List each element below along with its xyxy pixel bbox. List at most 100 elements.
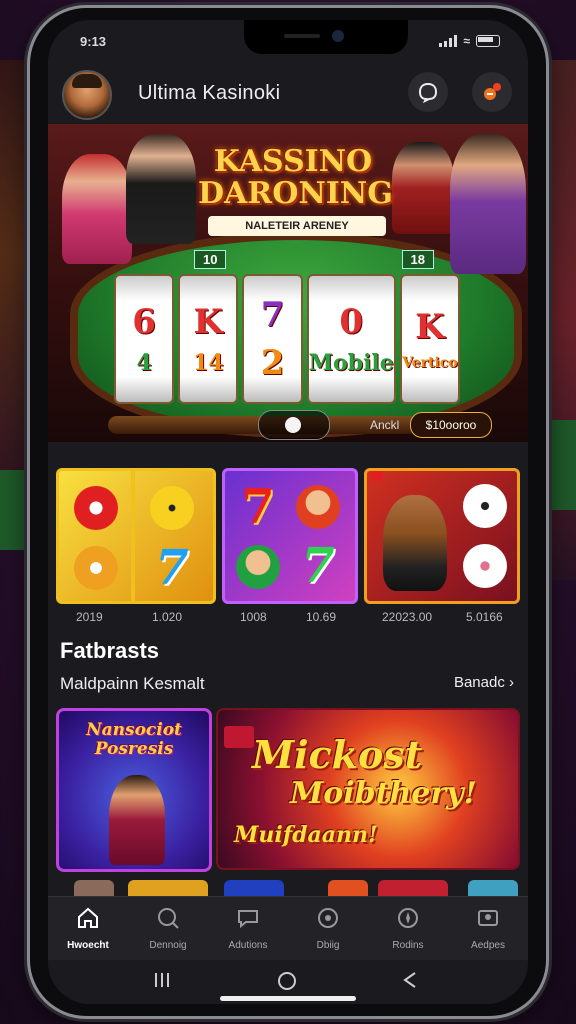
reel-symbol: 6 (132, 302, 156, 342)
nav-item-compass[interactable]: Rodins (368, 897, 448, 961)
game-caption: 1.020 (152, 610, 183, 624)
character-icon (236, 545, 280, 589)
camera-notch (244, 20, 408, 54)
nav-item-wallet[interactable]: Dbiig (288, 897, 368, 961)
search-icon (158, 908, 179, 929)
reel: 6 4 (114, 274, 175, 404)
reel-symbol: 2 (260, 343, 285, 383)
phone-frame: 9:13 ≈ Ultima Kasinoki KASSINO DARONING … (30, 8, 546, 1016)
compass-icon (398, 908, 418, 928)
profile-icon (478, 910, 498, 926)
hero-title-line1: KASSINO (213, 144, 373, 179)
see-all-link[interactable]: Banadc › (454, 674, 514, 691)
battery-icon (476, 35, 500, 47)
game-caption: 2019 (76, 610, 103, 624)
home-circle-icon[interactable] (276, 970, 298, 992)
app-title: Ultima Kasinoki (138, 82, 281, 104)
game-caption: 10.69 (306, 610, 337, 624)
promo-title: Nansociot Posresis (86, 720, 182, 759)
reel-number: 18 (401, 250, 434, 269)
bottom-navigation: Hwoecht Dennoig Adutions Dbiig Rodins Ae… (48, 896, 528, 961)
user-avatar[interactable] (62, 70, 112, 120)
home-indicator[interactable] (220, 996, 356, 1001)
reel-symbol: Vertico (402, 355, 458, 371)
notifications-button[interactable] (472, 72, 512, 112)
promo-badge (224, 726, 254, 748)
game-caption: 1008 (240, 610, 267, 624)
character-icon (296, 485, 340, 529)
nav-label: Hwoecht (67, 940, 109, 951)
bear-mascot-icon (383, 495, 447, 591)
wallet-icon (318, 908, 338, 928)
nav-item-search[interactable]: Dennoig (128, 897, 208, 961)
reel: K Vertico (399, 274, 460, 404)
nav-label: Aedpes (471, 940, 505, 951)
section-title: Fatbrasts (60, 638, 160, 663)
seven-icon: 7 (301, 538, 335, 594)
hero-banner[interactable]: KASSINO DARONING NALETEIR ARENEY 10 18 6… (48, 124, 528, 442)
status-time: 9:13 (80, 34, 107, 49)
reel: 0 Mobile (306, 274, 396, 404)
nav-item-profile[interactable]: Aedpes (448, 897, 528, 961)
balance-value[interactable]: $10ooroo (410, 412, 492, 438)
promo-card-featured[interactable]: Mickost Moibthery! Muifdaann! (216, 708, 520, 870)
player-woman (62, 154, 132, 264)
game-captions: 2019 1.020 1008 10.69 22023.00 5.0166 (56, 610, 520, 626)
promo-line3: Muifdaann! (234, 822, 378, 848)
reel-symbol: 0 (339, 302, 364, 342)
duck-icon (74, 546, 118, 590)
promo-line2: Moibthery! (290, 776, 477, 811)
recent-apps-icon[interactable] (152, 970, 172, 990)
bell-icon (484, 83, 501, 100)
reel-symbol: K (415, 307, 445, 347)
slot-reels: 6 4 K 14 7 2 0 Mobile K Vertico (114, 274, 460, 404)
see-all-label: Banadc (453, 674, 505, 691)
spin-slider-thumb[interactable] (285, 417, 301, 433)
promo-line1: Mickost (252, 732, 423, 777)
next-row-peek (378, 880, 448, 896)
cow-icon (463, 544, 507, 588)
player-man-purple (450, 134, 526, 274)
nav-item-home[interactable]: Hwoecht (48, 897, 128, 961)
game-caption: 5.0166 (466, 610, 503, 624)
signal-icon (439, 35, 458, 47)
yellow-bird-icon (150, 486, 194, 530)
red-bear-icon (74, 486, 118, 530)
nav-label: Rodins (392, 940, 424, 951)
player-dealer (126, 134, 196, 244)
nav-label: Adutions (228, 940, 268, 951)
next-row-peek (224, 880, 284, 896)
reel-symbol: K (193, 302, 224, 342)
hero-title: KASSINO DARONING (198, 144, 393, 211)
reel-symbol: Mobile (308, 350, 394, 376)
reel: 7 2 (242, 274, 303, 404)
chevron-right-icon: › (509, 674, 514, 691)
home-icon (78, 907, 98, 928)
hero-subtitle: NALETEIR ARENEY (208, 216, 386, 236)
seven-icon: 7 (241, 479, 275, 535)
hero-title-line2: DARONING (198, 176, 393, 211)
promo-card[interactable]: Nansociot Posresis (56, 708, 212, 872)
chat-icon (418, 82, 438, 103)
game-tile[interactable]: 7 7 (222, 468, 358, 604)
mascot-man-illustration (109, 775, 165, 865)
spin-slider[interactable] (258, 410, 330, 440)
nav-label: Dennoig (149, 940, 187, 951)
game-tile[interactable]: 7 (56, 468, 216, 604)
reel-number: 10 (194, 250, 227, 269)
chat-icon (238, 910, 258, 929)
nav-item-chat[interactable]: Adutions (208, 897, 288, 961)
game-tile[interactable] (364, 468, 520, 604)
seven-icon: 7 (155, 540, 189, 596)
wifi-icon: ≈ (463, 34, 470, 48)
reel-numbers: 10 18 (194, 250, 434, 269)
next-row-peek (468, 880, 518, 896)
reel-symbol: 14 (193, 350, 224, 376)
game-tiles: 7 7 7 (56, 468, 520, 604)
nav-label: Dbiig (316, 940, 340, 951)
chat-button[interactable] (408, 72, 448, 112)
next-row-peek (74, 880, 114, 896)
balance-label: Anckl (370, 418, 400, 432)
reel: K 14 (178, 274, 239, 404)
back-icon[interactable] (400, 970, 420, 990)
